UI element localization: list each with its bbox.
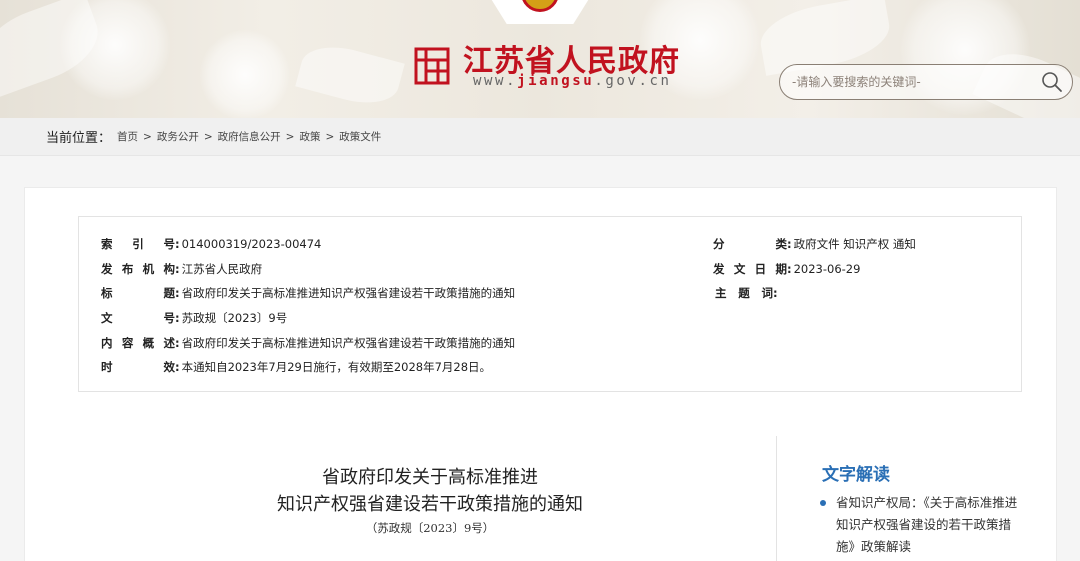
meta-row-title: 标题: 省政府印发关于高标准推进知识产权强省建设若干政策措施的通知 <box>101 286 516 300</box>
breadcrumb-separator: > <box>285 130 295 143</box>
breadcrumb-gov-affairs[interactable]: 政务公开 <box>157 129 199 144</box>
bullet-icon <box>820 500 826 506</box>
meta-key: 文号 <box>101 311 175 325</box>
breadcrumb-separator: > <box>325 130 335 143</box>
meta-row-doc-number: 文号: 苏政规〔2023〕9号 <box>101 311 288 325</box>
meta-row-publisher: 发布机构: 江苏省人民政府 <box>101 262 263 276</box>
meta-row-summary: 内容概述: 省政府印发关于高标准推进知识产权强省建设若干政策措施的通知 <box>101 336 516 350</box>
breadcrumb-home[interactable]: 首页 <box>117 129 138 144</box>
sidebar-item-label: 省知识产权局：《关于高标准推进知识产权强省建设的若干政策措施》政策解读 <box>836 495 1018 554</box>
document-metadata-table: 索引号: 014000319/2023-00474 发布机构: 江苏省人民政府 … <box>78 216 1022 392</box>
meta-key: 时效 <box>101 360 175 374</box>
meta-value-summary: 省政府印发关于高标准推进知识产权强省建设若干政策措施的通知 <box>181 336 516 350</box>
meta-row-category: 分类: 政府文件 知识产权 通知 <box>713 237 916 251</box>
document-title: 省政府印发关于高标准推进 知识产权强省建设若干政策措施的通知 <box>160 464 700 518</box>
meta-value-index: 014000319/2023-00474 <box>181 237 322 251</box>
meta-value-validity: 本通知自2023年7月29日施行，有效期至2028年7月28日。 <box>181 360 492 374</box>
url-domain: jiangsu <box>517 73 595 89</box>
search-input[interactable] <box>792 71 1022 93</box>
breadcrumb-info-disclosure[interactable]: 政府信息公开 <box>218 129 281 144</box>
meta-value-category: 政府文件 知识产权 通知 <box>793 237 916 251</box>
breadcrumb-policy[interactable]: 政策 <box>299 129 320 144</box>
document-title-line1: 省政府印发关于高标准推进 <box>322 467 538 488</box>
meta-row-keywords: 主题词: <box>715 286 778 300</box>
sidebar-title: 文字解读 <box>822 465 890 485</box>
background-leaf <box>295 37 405 113</box>
jiangsu-logo-icon[interactable] <box>414 47 450 85</box>
meta-value-title: 省政府印发关于高标准推进知识产权强省建设若干政策措施的通知 <box>181 286 516 300</box>
content-divider <box>776 436 777 561</box>
meta-key: 发布机构 <box>101 262 175 276</box>
search-box <box>779 64 1073 100</box>
meta-value-publisher: 江苏省人民政府 <box>181 262 263 276</box>
meta-key: 标题 <box>101 286 175 300</box>
breadcrumb-separator: > <box>143 130 152 143</box>
sidebar-item-interpretation[interactable]: 省知识产权局：《关于高标准推进知识产权强省建设的若干政策措施》政策解读 <box>818 492 1018 558</box>
breadcrumb: 当前位置： 首页 > 政务公开 > 政府信息公开 > 政策 > 政策文件 <box>0 118 1080 156</box>
meta-key: 索引号 <box>101 237 175 251</box>
document-title-line2: 知识产权强省建设若干政策措施的通知 <box>277 494 583 515</box>
meta-key: 内容概述 <box>101 336 175 350</box>
meta-row-issue-date: 发文日期: 2023-06-29 <box>713 262 861 276</box>
meta-value-issue-date: 2023-06-29 <box>793 262 861 276</box>
document-number: （苏政规〔2023〕9号） <box>365 521 495 535</box>
url-suffix: .gov.cn <box>594 73 672 89</box>
breadcrumb-label: 当前位置： <box>46 131 112 146</box>
url-prefix: www. <box>473 73 518 89</box>
meta-row-validity: 时效: 本通知自2023年7月29日施行，有效期至2028年7月28日。 <box>101 360 492 374</box>
meta-value-doc-number: 苏政规〔2023〕9号 <box>181 311 288 325</box>
meta-row-index: 索引号: 014000319/2023-00474 <box>101 237 322 251</box>
background-flower <box>200 30 290 118</box>
background-flower <box>60 0 170 100</box>
breadcrumb-separator: > <box>203 130 213 143</box>
meta-key: 发文日期 <box>713 262 787 276</box>
breadcrumb-policy-docs[interactable]: 政策文件 <box>339 129 381 144</box>
site-header: 江苏省人民政府 www.jiangsu.gov.cn <box>0 0 1080 118</box>
site-url: www.jiangsu.gov.cn <box>473 73 672 89</box>
meta-key: 分类 <box>713 237 787 251</box>
search-icon[interactable] <box>1040 70 1064 94</box>
meta-key: 主题词 <box>715 286 773 300</box>
